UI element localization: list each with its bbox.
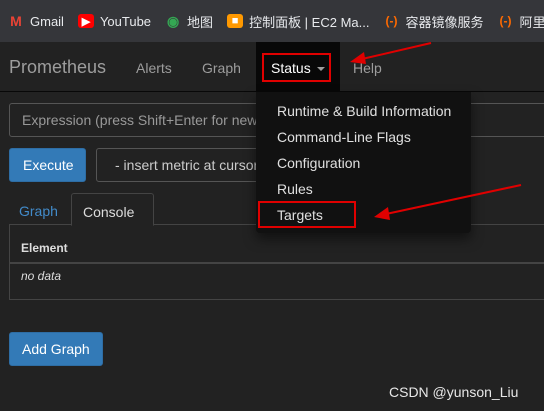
nav-status-dropdown[interactable]: Status: [262, 53, 331, 82]
brand-logo[interactable]: Prometheus: [9, 57, 106, 78]
menu-item-configuration[interactable]: Configuration: [277, 155, 360, 171]
menu-item-targets[interactable]: Targets: [277, 207, 323, 223]
gmail-icon: M: [10, 13, 22, 29]
console-panel: Element no data: [9, 225, 544, 300]
bookmark-label: 容器镜像服务: [405, 14, 484, 30]
table-empty-message: no data: [21, 269, 62, 283]
table-header-element: Element: [21, 241, 68, 255]
bookmark-label: 控制面板 | EC2 Ma...: [249, 14, 370, 30]
bookmark-maps[interactable]: ◉ 地图: [165, 12, 213, 31]
navbar: Prometheus Alerts Graph Status Help: [0, 42, 544, 92]
caret-down-icon: [316, 67, 325, 72]
aws-ec2-icon: ■: [227, 14, 244, 28]
menu-item-command-line-flags[interactable]: Command-Line Flags: [277, 129, 411, 145]
status-dropdown-menu: Runtime & Build Information Command-Line…: [256, 92, 471, 233]
nav-alerts[interactable]: Alerts: [136, 60, 172, 76]
nav-help[interactable]: Help: [353, 60, 382, 76]
bookmark-youtube[interactable]: ▶ YouTube: [77, 13, 152, 29]
bookmark-label: 阿里: [519, 14, 544, 30]
add-graph-button[interactable]: Add Graph: [9, 332, 103, 366]
aliyun-icon: (-): [385, 14, 398, 28]
bookmark-ec2[interactable]: ■ 控制面板 | EC2 Ma...: [227, 12, 369, 31]
bookmark-container-registry[interactable]: (-) 容器镜像服务: [383, 12, 483, 31]
watermark: CSDN @yunson_Liu: [389, 384, 519, 400]
tab-graph[interactable]: Graph: [19, 203, 58, 219]
bookmarks-bar: M Gmail ▶ YouTube ◉ 地图 ■ 控制面板 | EC2 Ma..…: [0, 0, 544, 42]
aliyun-icon: (-): [499, 14, 512, 28]
bookmark-label: YouTube: [99, 13, 152, 29]
execute-button[interactable]: Execute: [9, 148, 86, 182]
nav-status-label: Status: [271, 60, 311, 76]
bookmark-aliyun[interactable]: (-) 阿里: [497, 12, 544, 31]
nav-graph[interactable]: Graph: [202, 60, 241, 76]
bookmark-label: Gmail: [30, 13, 64, 29]
tab-console[interactable]: Console: [71, 193, 154, 226]
bookmark-label: 地图: [187, 14, 214, 30]
bookmark-gmail[interactable]: M Gmail: [8, 13, 64, 29]
maps-icon: ◉: [166, 12, 180, 29]
table-header-divider: [10, 262, 544, 264]
menu-item-runtime-build-info[interactable]: Runtime & Build Information: [277, 103, 451, 119]
youtube-icon: ▶: [77, 14, 94, 28]
menu-item-rules[interactable]: Rules: [277, 181, 313, 197]
